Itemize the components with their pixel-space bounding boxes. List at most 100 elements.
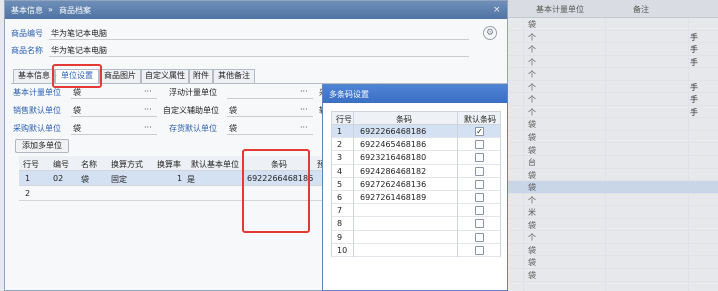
purchase-unit-value[interactable]: 袋	[73, 123, 81, 134]
grid-cell-row-no: 1	[25, 174, 31, 183]
background-list-row[interactable]: 个	[508, 231, 718, 244]
default-barcode-checkbox[interactable]	[475, 166, 484, 176]
barcode-value[interactable]: 6924286468182	[360, 167, 426, 176]
default-barcode-checkbox[interactable]	[475, 206, 484, 216]
stock-unit-label: 存货默认单位	[169, 124, 217, 133]
tab-other-remarks[interactable]: 其他备注	[213, 69, 255, 83]
background-list-row[interactable]: 台	[508, 156, 718, 169]
default-barcode-checkbox[interactable]	[475, 179, 484, 189]
tab-basic-info[interactable]: 基本信息	[13, 69, 55, 83]
breadcrumb-basic-info[interactable]: 基本信息	[11, 5, 43, 16]
background-row-unit: 袋	[528, 20, 536, 29]
background-row-unit: 个	[528, 45, 536, 55]
sales-unit-label: 销售默认单位	[13, 106, 61, 115]
grid-cell-method[interactable]: 固定	[111, 174, 127, 185]
float-unit-picker-button[interactable]: ···	[300, 87, 308, 96]
multi-barcode-row[interactable]: 5 6927262468136	[331, 177, 501, 191]
barcode-value[interactable]: 6927262468136	[360, 180, 426, 189]
header-remark: 备注	[633, 5, 649, 14]
col-barcode: 条码	[396, 115, 412, 124]
background-list-header: 基本计量单位 备注	[508, 0, 718, 18]
default-barcode-checkbox[interactable]: ✓	[475, 127, 484, 136]
background-list-row[interactable]: 个手	[508, 81, 718, 94]
multi-barcode-dialog: 多条码设置 行号 条码 默认条码 1 6922266468186 ✓ 2 6922465…	[322, 84, 508, 291]
background-row-unit: 个	[528, 82, 536, 92]
custom-aux-unit-picker-button[interactable]: ···	[300, 105, 308, 114]
grid-cell-name[interactable]: 袋	[81, 174, 89, 185]
background-list-row[interactable]: 个手	[508, 93, 718, 106]
background-list-row[interactable]: 个手	[508, 56, 718, 69]
custom-aux-unit-value[interactable]: 袋	[229, 105, 237, 116]
background-list-row[interactable]: 袋	[508, 131, 718, 144]
grid-col-rate: 换算率	[157, 160, 181, 169]
background-list-row[interactable]: 个手	[508, 106, 718, 119]
product-name-value[interactable]: 华为笔记本电脑	[51, 45, 107, 56]
tab-attachments[interactable]: 附件	[189, 69, 213, 83]
grid-cell-code[interactable]: 02	[53, 174, 63, 183]
purchase-unit-picker-button[interactable]: ···	[144, 123, 152, 132]
background-row-unit: 袋	[528, 132, 536, 142]
barcode-value[interactable]: 6927261468189	[360, 193, 426, 202]
stock-unit-picker-button[interactable]: ···	[300, 123, 308, 132]
background-list-row[interactable]: 袋	[508, 18, 718, 31]
base-unit-picker-button[interactable]: ···	[144, 87, 152, 96]
multi-barcode-row[interactable]: 8	[331, 217, 501, 231]
grid-cell-rate[interactable]: 1	[177, 174, 182, 183]
default-barcode-checkbox[interactable]	[475, 219, 484, 229]
multi-barcode-row[interactable]: 4 6924286468182	[331, 164, 501, 178]
multi-barcode-row[interactable]: 6 6927261468189	[331, 191, 501, 205]
default-barcode-checkbox[interactable]	[475, 153, 484, 163]
multi-barcode-title: 多条码设置	[329, 90, 369, 99]
multi-barcode-row[interactable]: 1 6922266468186 ✓	[331, 125, 501, 139]
default-barcode-checkbox[interactable]	[475, 245, 484, 255]
barcode-value[interactable]: 6922266468186	[360, 127, 426, 136]
grid-col-method: 换算方式	[111, 160, 143, 169]
tab-product-images[interactable]: 商品图片	[99, 69, 141, 83]
multi-barcode-row[interactable]: 2 6922465468186	[331, 138, 501, 152]
stock-unit-value[interactable]: 袋	[229, 123, 237, 134]
default-barcode-checkbox[interactable]	[475, 232, 484, 242]
background-list-row[interactable]: 袋	[508, 118, 718, 131]
multi-barcode-row[interactable]: 9	[331, 230, 501, 244]
background-row-unit: 袋	[528, 220, 536, 230]
background-list-row[interactable]: 个手	[508, 31, 718, 44]
sales-unit-value[interactable]: 袋	[73, 105, 81, 116]
background-row-unit: 袋	[528, 145, 536, 155]
default-barcode-checkbox[interactable]	[475, 193, 484, 202]
grid-cell-default-base[interactable]: 是	[187, 174, 195, 185]
sales-unit-picker-button[interactable]: ···	[144, 105, 152, 114]
background-list-row[interactable]: 米	[508, 206, 718, 219]
background-list-row[interactable]: 袋	[508, 256, 718, 269]
barcode-value[interactable]: 6922465468186	[360, 140, 426, 149]
background-list-row[interactable]: 个	[508, 194, 718, 207]
product-code-value[interactable]: 华为笔记本电脑	[51, 28, 107, 39]
background-list-row[interactable]: 袋	[508, 181, 718, 194]
barcode-row-no: 1	[337, 127, 343, 136]
background-list-row[interactable]: 袋	[508, 244, 718, 257]
base-unit-value[interactable]: 袋	[73, 87, 81, 98]
background-row-unit: 个	[528, 107, 536, 117]
background-row-unit: 袋	[528, 258, 536, 268]
grid-col-name: 名称	[81, 160, 97, 169]
background-list-row[interactable]: 个	[508, 68, 718, 81]
dialog-close-icon[interactable]: ×	[493, 5, 501, 15]
background-list-row[interactable]: 袋	[508, 169, 718, 182]
header-base-unit: 基本计量单位	[536, 5, 584, 14]
multi-barcode-title-bar: 多条码设置	[323, 85, 507, 103]
background-list-row[interactable]: 袋	[508, 269, 718, 282]
background-list-row[interactable]: 袋	[508, 144, 718, 156]
multi-barcode-row[interactable]: 7	[331, 204, 501, 218]
add-multi-unit-button[interactable]: 添加多单位	[15, 139, 69, 153]
background-list-row[interactable]: 袋	[508, 219, 718, 232]
multi-barcode-row[interactable]: 3 6923216468180	[331, 151, 501, 165]
background-list-row[interactable]: 个手	[508, 43, 718, 56]
background-row-unit: 个	[528, 233, 536, 243]
multi-barcode-row[interactable]: 10	[331, 243, 501, 257]
barcode-value[interactable]: 6923216468180	[360, 153, 426, 162]
default-barcode-checkbox[interactable]	[475, 140, 484, 150]
breadcrumb-separator: »	[48, 5, 53, 14]
tab-custom-attributes[interactable]: 自定义属性	[141, 69, 189, 83]
background-row-unit: 米	[528, 208, 536, 218]
settings-gear-icon[interactable]: ⚙	[483, 26, 497, 40]
barcode-row-no: 8	[337, 219, 343, 229]
